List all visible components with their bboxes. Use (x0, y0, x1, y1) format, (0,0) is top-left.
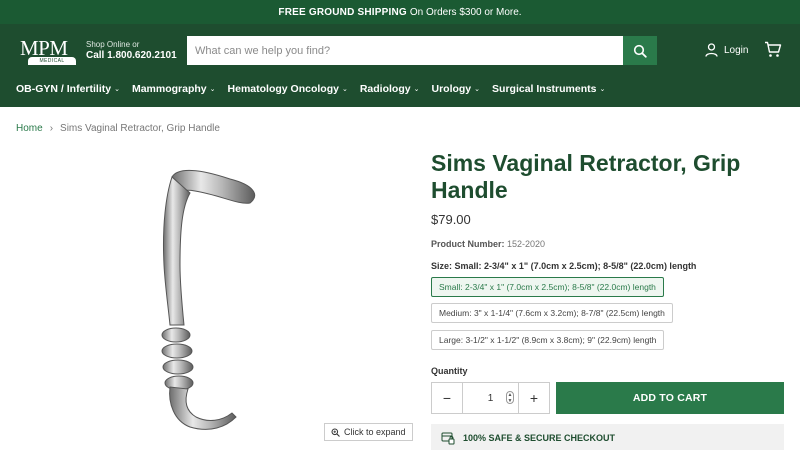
nav-label: Hematology Oncology (227, 83, 339, 95)
product-number-label: Product Number: (431, 239, 505, 249)
nav-item-hematology-oncology[interactable]: Hematology Oncology ⌄ (228, 80, 348, 98)
breadcrumb-separator: › (49, 123, 54, 134)
product-image[interactable] (150, 165, 270, 435)
size-option-large[interactable]: Large: 3-1/2" x 1-1/2" (8.9cm x 3.8cm); … (431, 330, 665, 350)
logo-subtext: MEDICAL SUPPLY (28, 57, 76, 72)
product-title: Sims Vaginal Retractor, Grip Handle (431, 150, 741, 203)
product-number: Product Number: 152-2020 (431, 239, 545, 249)
expand-label: Click to expand (344, 427, 406, 437)
nav-item-surgical-instruments[interactable]: Surgical Instruments ⌄ (492, 80, 605, 98)
shop-online-text: Shop Online or (86, 40, 140, 49)
login-link[interactable]: Login (705, 43, 748, 57)
chevron-down-icon: ⌄ (114, 86, 120, 93)
chevron-down-icon: ⌄ (599, 86, 606, 93)
product-price: $79.00 (431, 212, 471, 227)
quantity-value: 1 (487, 392, 494, 404)
decrease-quantity-button[interactable]: − (432, 383, 462, 413)
breadcrumb-home[interactable]: Home (16, 123, 43, 134)
secure-checkout-banner: 100% SAFE & SECURE CHECKOUT (431, 424, 784, 450)
promo-bar: FREE GROUND SHIPPING On Orders $300 or M… (0, 0, 800, 24)
search-icon (633, 44, 647, 58)
call-number[interactable]: Call 1.800.620.2101 (86, 50, 177, 61)
nav-item-urology[interactable]: Urology ⌄ (431, 80, 480, 98)
size-option-small[interactable]: Small: 2-3/4" x 1" (7.0cm x 2.5cm); 8-5/… (431, 277, 664, 297)
login-label: Login (724, 44, 749, 56)
product-number-value: 152-2020 (507, 239, 546, 249)
nav-label: Urology (431, 83, 472, 95)
quantity-stepper: − 1 ▲ ▼ + (431, 382, 550, 414)
cart-button[interactable] (764, 41, 782, 63)
search-input[interactable] (187, 36, 623, 65)
size-selected-value: Small: 2-3/4" x 1" (7.0cm x 2.5cm); 8-5/… (454, 261, 697, 271)
nav-item-radiology[interactable]: Radiology ⌄ (360, 80, 420, 98)
chevron-down-icon: ⌄ (209, 86, 216, 93)
nav-label: Surgical Instruments (492, 83, 597, 95)
click-to-expand-button[interactable]: Click to expand (324, 423, 413, 441)
size-label-prefix: Size: (431, 261, 453, 271)
add-to-cart-button[interactable]: ADD TO CART (556, 382, 784, 414)
logo[interactable]: MPM MEDICAL SUPPLY (16, 36, 84, 72)
breadcrumb: Home › Sims Vaginal Retractor, Grip Hand… (16, 123, 220, 134)
increase-quantity-button[interactable]: + (519, 383, 549, 413)
search-button[interactable] (623, 36, 657, 65)
spinner-icon[interactable]: ▲ ▼ (506, 391, 514, 404)
nav-item-mammography[interactable]: Mammography ⌄ (132, 80, 216, 98)
quantity-label: Quantity (431, 366, 468, 376)
size-label: Size: Small: 2-3/4" x 1" (7.0cm x 2.5cm)… (431, 261, 696, 271)
site-header: MPM MEDICAL SUPPLY Shop Online or Call 1… (0, 24, 800, 107)
user-icon (705, 43, 718, 57)
size-option-medium[interactable]: Medium: 3" x 1-1/4" (7.6cm x 3.2cm); 8-7… (431, 303, 673, 323)
secure-checkout-label: 100% SAFE & SECURE CHECKOUT (463, 433, 616, 443)
breadcrumb-current: Sims Vaginal Retractor, Grip Handle (60, 123, 220, 134)
chevron-down-icon: ⌄ (413, 86, 420, 93)
zoom-icon (331, 428, 340, 437)
main-nav: OB-GYN / Infertility ⌄ Mammography ⌄ Hemat… (0, 80, 605, 98)
chevron-down-icon: ⌄ (341, 86, 348, 93)
nav-label: Mammography (131, 83, 207, 95)
contact-info: Shop Online or Call 1.800.620.2101 (86, 40, 177, 61)
nav-item-ob-gyn[interactable]: OB-GYN / Infertility ⌄ (16, 80, 120, 98)
quantity-input[interactable]: 1 ▲ ▼ (462, 383, 519, 413)
promo-rest: On Orders $300 or More. (409, 6, 522, 18)
cart-icon (765, 41, 782, 57)
nav-label: OB-GYN / Infertility (16, 83, 112, 95)
promo-strong: FREE GROUND SHIPPING (278, 6, 407, 18)
secure-checkout-icon (441, 432, 455, 444)
nav-label: Radiology (359, 83, 411, 95)
search-bar (187, 36, 657, 65)
chevron-down-icon: ⌄ (474, 86, 481, 93)
